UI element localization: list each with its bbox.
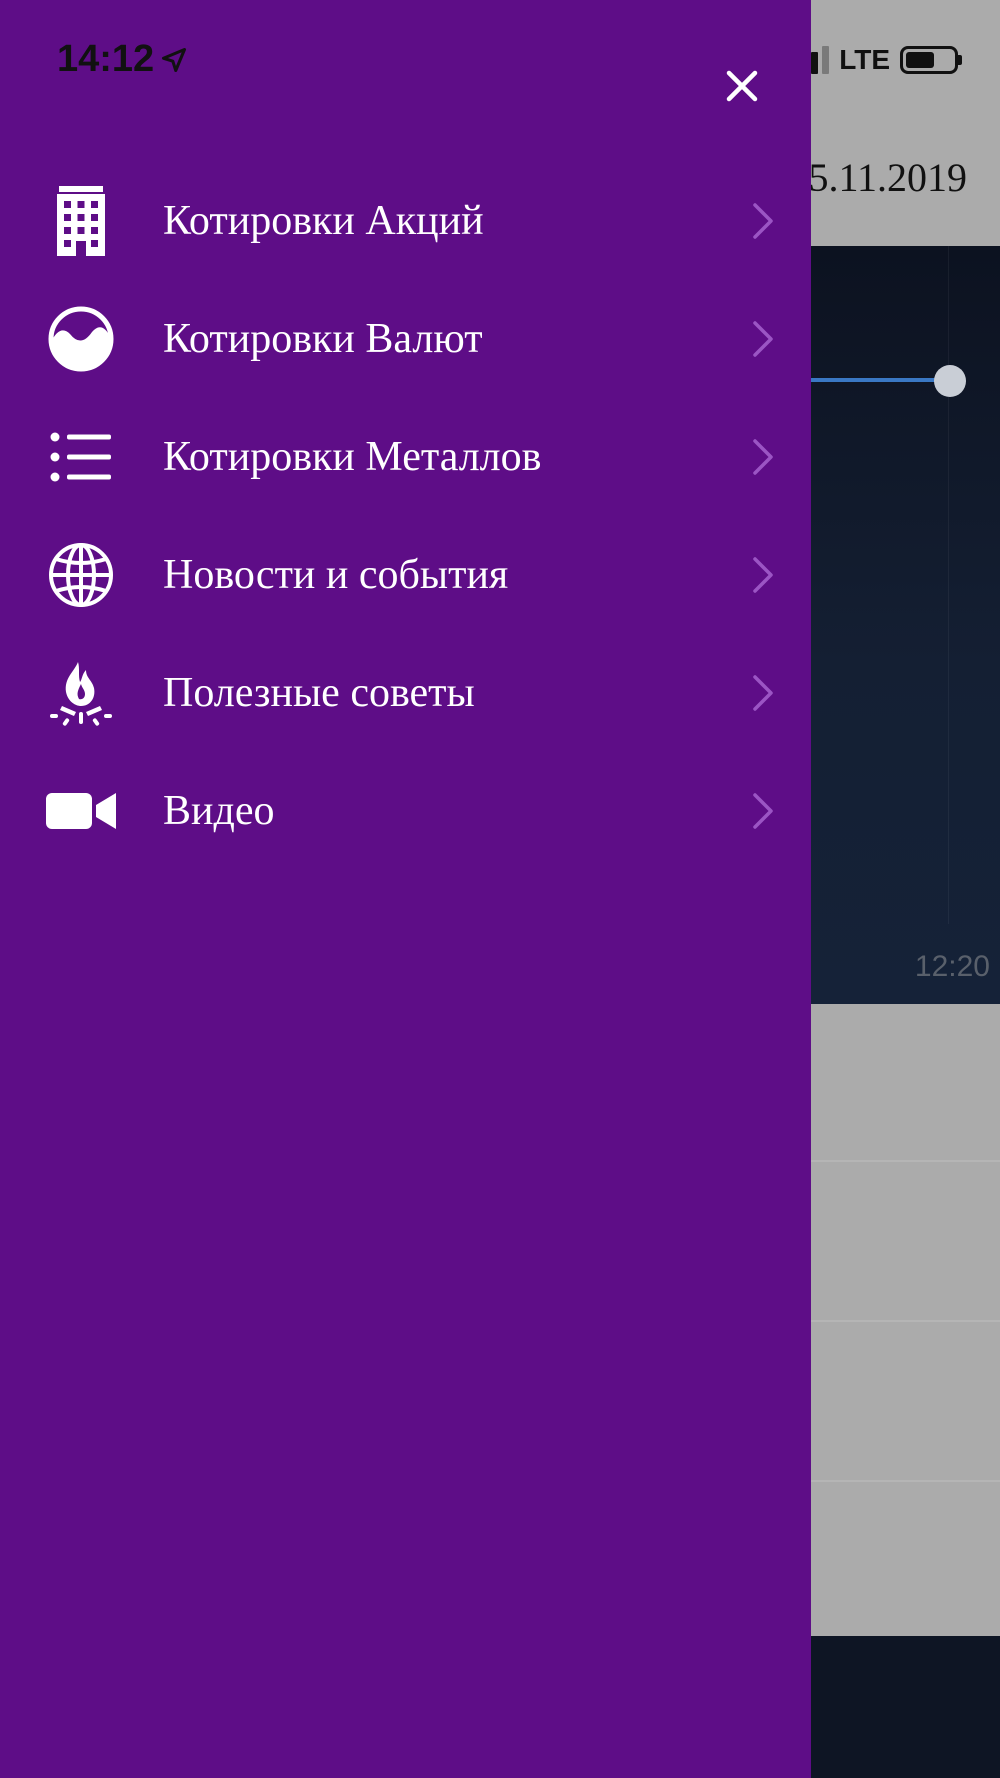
wave-circle-icon	[46, 304, 116, 374]
background-list-divider	[800, 1480, 1000, 1482]
network-type: LTE	[839, 44, 890, 75]
menu-item-useful-tips[interactable]: Полезные советы	[0, 634, 811, 752]
status-bar-indicators: LTE	[789, 44, 962, 76]
building-icon	[46, 186, 116, 256]
menu-item-stock-quotes[interactable]: Котировки Акций	[0, 162, 811, 280]
background-chart-point	[934, 365, 966, 397]
menu-item-label: Котировки Металлов	[163, 434, 542, 480]
status-time-text: 14:12	[57, 38, 155, 80]
globe-icon	[46, 540, 116, 610]
menu-item-label: Котировки Валют	[163, 316, 483, 362]
menu-item-label: Полезные советы	[163, 670, 475, 716]
background-chart-gridline	[948, 246, 949, 924]
background-list-divider	[800, 1320, 1000, 1322]
menu-item-currency-quotes[interactable]: Котировки Валют	[0, 280, 811, 398]
chevron-right-icon	[748, 555, 778, 595]
background-date: 5.11.2019	[808, 155, 967, 200]
chevron-right-icon	[748, 437, 778, 477]
navigation-drawer: 14:12 Котировки Акций Котировки Валют Ко…	[0, 0, 811, 1778]
menu-item-video[interactable]: Видео	[0, 752, 811, 870]
menu-item-label: Котировки Акций	[163, 198, 484, 244]
location-arrow-icon	[162, 47, 187, 72]
close-icon	[726, 70, 758, 102]
drawer-menu: Котировки Акций Котировки Валют Котировк…	[0, 162, 811, 870]
background-chart-line	[800, 378, 950, 382]
campfire-icon	[46, 658, 116, 728]
chevron-right-icon	[748, 791, 778, 831]
chevron-right-icon	[748, 319, 778, 359]
chevron-right-icon	[748, 673, 778, 713]
background-chart-time-label: 12:20	[914, 950, 990, 983]
menu-item-label: Новости и события	[163, 552, 509, 598]
background-list-divider	[800, 1160, 1000, 1162]
menu-item-news-events[interactable]: Новости и события	[0, 516, 811, 634]
status-bar-time: 14:12	[57, 38, 188, 81]
chevron-right-icon	[748, 201, 778, 241]
menu-item-label: Видео	[163, 788, 275, 834]
close-button[interactable]	[718, 62, 766, 110]
battery-icon	[900, 46, 962, 74]
list-icon	[46, 422, 116, 492]
menu-item-metal-quotes[interactable]: Котировки Металлов	[0, 398, 811, 516]
video-camera-icon	[46, 776, 116, 846]
